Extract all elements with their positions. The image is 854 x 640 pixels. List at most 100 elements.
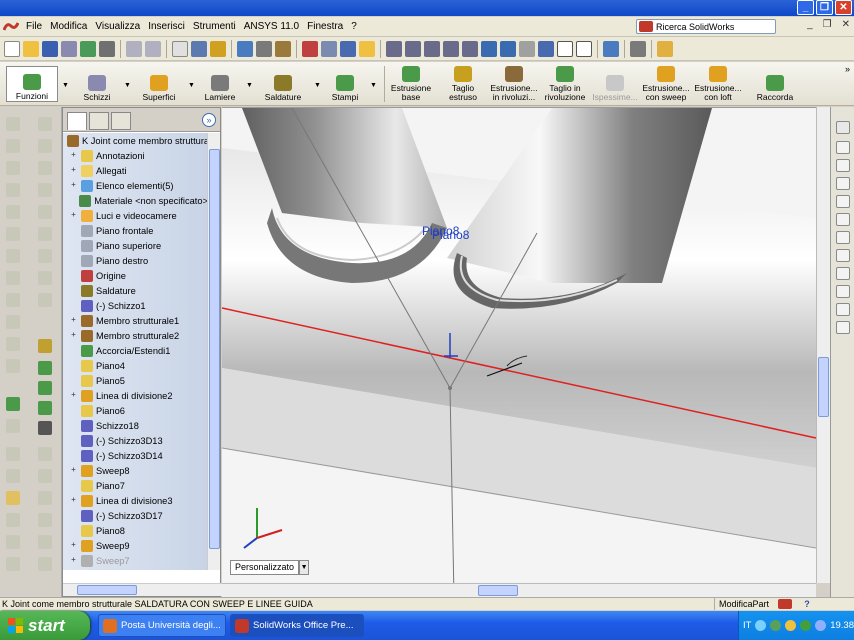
- tool-icon[interactable]: [6, 271, 20, 285]
- expand-toggle[interactable]: +: [69, 151, 78, 160]
- tool-icon[interactable]: [38, 513, 52, 527]
- help-icon[interactable]: [359, 40, 375, 57]
- tree-item[interactable]: Piano8: [63, 523, 208, 538]
- tool-icon[interactable]: [6, 293, 20, 307]
- doc-close-button[interactable]: ✕: [842, 19, 850, 30]
- tool-icon[interactable]: [6, 447, 20, 461]
- tool-icon[interactable]: [38, 293, 52, 307]
- tree-vertical-thumb[interactable]: [209, 149, 220, 549]
- menu-modifica[interactable]: Modifica: [46, 18, 91, 36]
- tree-item[interactable]: (-) Schizzo3D17: [63, 508, 208, 523]
- chevron-down-icon[interactable]: ▼: [188, 82, 195, 89]
- viewport-vertical-thumb[interactable]: [818, 357, 829, 417]
- tool-icon[interactable]: [38, 535, 52, 549]
- network-icon[interactable]: [755, 620, 767, 631]
- task-pane-icon[interactable]: [836, 303, 850, 316]
- tool-icon[interactable]: [38, 117, 52, 131]
- feature-tree-tab[interactable]: [67, 112, 87, 130]
- options-icon[interactable]: [80, 40, 96, 57]
- tool-icon[interactable]: [6, 205, 20, 219]
- layers-icon[interactable]: [340, 40, 356, 57]
- tree-vertical-scrollbar[interactable]: [207, 133, 220, 570]
- language-indicator[interactable]: IT: [743, 620, 751, 631]
- tab-schizzi[interactable]: Schizzi: [74, 66, 120, 102]
- task-pane-icon[interactable]: [836, 249, 850, 262]
- coordinate-tool-icon[interactable]: [38, 381, 52, 395]
- tree-item[interactable]: + Linea di divisione2: [63, 388, 208, 403]
- taskbar-item-solidworks[interactable]: SolidWorks Office Pre...: [230, 614, 364, 637]
- tree-horizontal-scrollbar[interactable]: [63, 583, 222, 596]
- tool-icon[interactable]: [6, 419, 20, 433]
- tool-icon[interactable]: [6, 183, 20, 197]
- tree-item[interactable]: + Luci e videocamere: [63, 208, 208, 223]
- menu-visualizza[interactable]: Visualizza: [91, 18, 144, 36]
- expand-toggle[interactable]: +: [69, 466, 78, 475]
- zoom-area-icon[interactable]: [405, 40, 421, 57]
- expand-toggle[interactable]: +: [69, 391, 78, 400]
- tool-icon[interactable]: [38, 491, 52, 505]
- tool-icon[interactable]: [38, 249, 52, 263]
- security-icon[interactable]: [800, 620, 812, 631]
- spelling-icon[interactable]: [603, 40, 619, 57]
- expand-toggle[interactable]: +: [69, 211, 78, 220]
- help-icon[interactable]: ?: [800, 598, 814, 610]
- tray-app-icon[interactable]: [770, 620, 782, 631]
- doc-restore-button[interactable]: ❐: [823, 19, 832, 30]
- menu-finestra[interactable]: Finestra: [303, 18, 347, 36]
- task-pane-icon[interactable]: [836, 159, 850, 172]
- tool-icon[interactable]: [6, 227, 20, 241]
- tool-icon[interactable]: [6, 117, 20, 131]
- menu-strumenti[interactable]: Strumenti: [189, 18, 240, 36]
- menu-inserisci[interactable]: Inserisci: [144, 18, 189, 36]
- tree-item[interactable]: + Sweep8: [63, 463, 208, 478]
- tree-item[interactable]: Saldature: [63, 283, 208, 298]
- zoom-selection-icon[interactable]: [462, 40, 478, 57]
- task-pane-icon[interactable]: [836, 231, 850, 244]
- tool-icon[interactable]: [6, 139, 20, 153]
- tree-item[interactable]: (-) Schizzo3D9: [63, 568, 208, 570]
- menu-file[interactable]: File: [22, 18, 46, 36]
- expand-toggle[interactable]: +: [69, 541, 78, 550]
- zoom-in-icon[interactable]: [424, 40, 440, 57]
- tree-item[interactable]: (-) Schizzo1: [63, 298, 208, 313]
- chevron-down-icon[interactable]: ▼: [299, 560, 310, 575]
- zoom-fit-icon[interactable]: [386, 40, 402, 57]
- tab-superfici[interactable]: Superfici: [136, 66, 182, 102]
- viewport-vertical-scrollbar[interactable]: [816, 107, 830, 583]
- measure-icon[interactable]: [630, 40, 646, 57]
- standard-views-icon[interactable]: [538, 40, 554, 57]
- undo-icon[interactable]: [126, 40, 142, 57]
- tool-icon[interactable]: [6, 513, 20, 527]
- tool-icon[interactable]: [38, 447, 52, 461]
- tree-item[interactable]: + Membro strutturale2: [63, 328, 208, 343]
- tree-item[interactable]: Accorcia/Estendi1: [63, 343, 208, 358]
- tab-saldature[interactable]: Saldature: [258, 66, 308, 102]
- tree-item[interactable]: + Annotazioni: [63, 148, 208, 163]
- drawing-icon[interactable]: [321, 40, 337, 57]
- collapse-panel-button[interactable]: »: [202, 113, 216, 127]
- tree-item[interactable]: Piano frontale: [63, 223, 208, 238]
- rotate-icon[interactable]: [481, 40, 497, 57]
- chevron-down-icon[interactable]: ▼: [62, 82, 69, 89]
- taskbar-item-posta[interactable]: Posta Università degli...: [98, 614, 226, 637]
- select-arrow-icon[interactable]: [172, 40, 188, 57]
- volume-icon[interactable]: [815, 620, 827, 631]
- tab-lamiere[interactable]: Lamiere: [200, 66, 240, 102]
- property-tab[interactable]: [89, 112, 109, 130]
- save-icon[interactable]: [42, 40, 58, 57]
- tool-icon[interactable]: [6, 359, 20, 373]
- print-icon[interactable]: [61, 40, 77, 57]
- tree-item[interactable]: + Allegati: [63, 163, 208, 178]
- graphics-viewport[interactable]: Piano8 Piano8 Personalizzato ▼: [222, 107, 816, 597]
- tree-horizontal-thumb[interactable]: [77, 585, 137, 595]
- expand-toggle[interactable]: +: [69, 496, 78, 505]
- axis-tool-icon[interactable]: [38, 361, 52, 375]
- section-view-icon[interactable]: [576, 40, 592, 57]
- tool-icon[interactable]: [6, 249, 20, 263]
- task-pane-icon[interactable]: [836, 177, 850, 190]
- chevron-down-icon[interactable]: ▼: [246, 82, 253, 89]
- expand-toggle[interactable]: +: [69, 556, 78, 565]
- menu-ansys[interactable]: ANSYS 11.0: [240, 18, 303, 36]
- restore-button[interactable]: ❐: [816, 0, 833, 15]
- tab-personalizzato[interactable]: Personalizzato: [230, 560, 300, 575]
